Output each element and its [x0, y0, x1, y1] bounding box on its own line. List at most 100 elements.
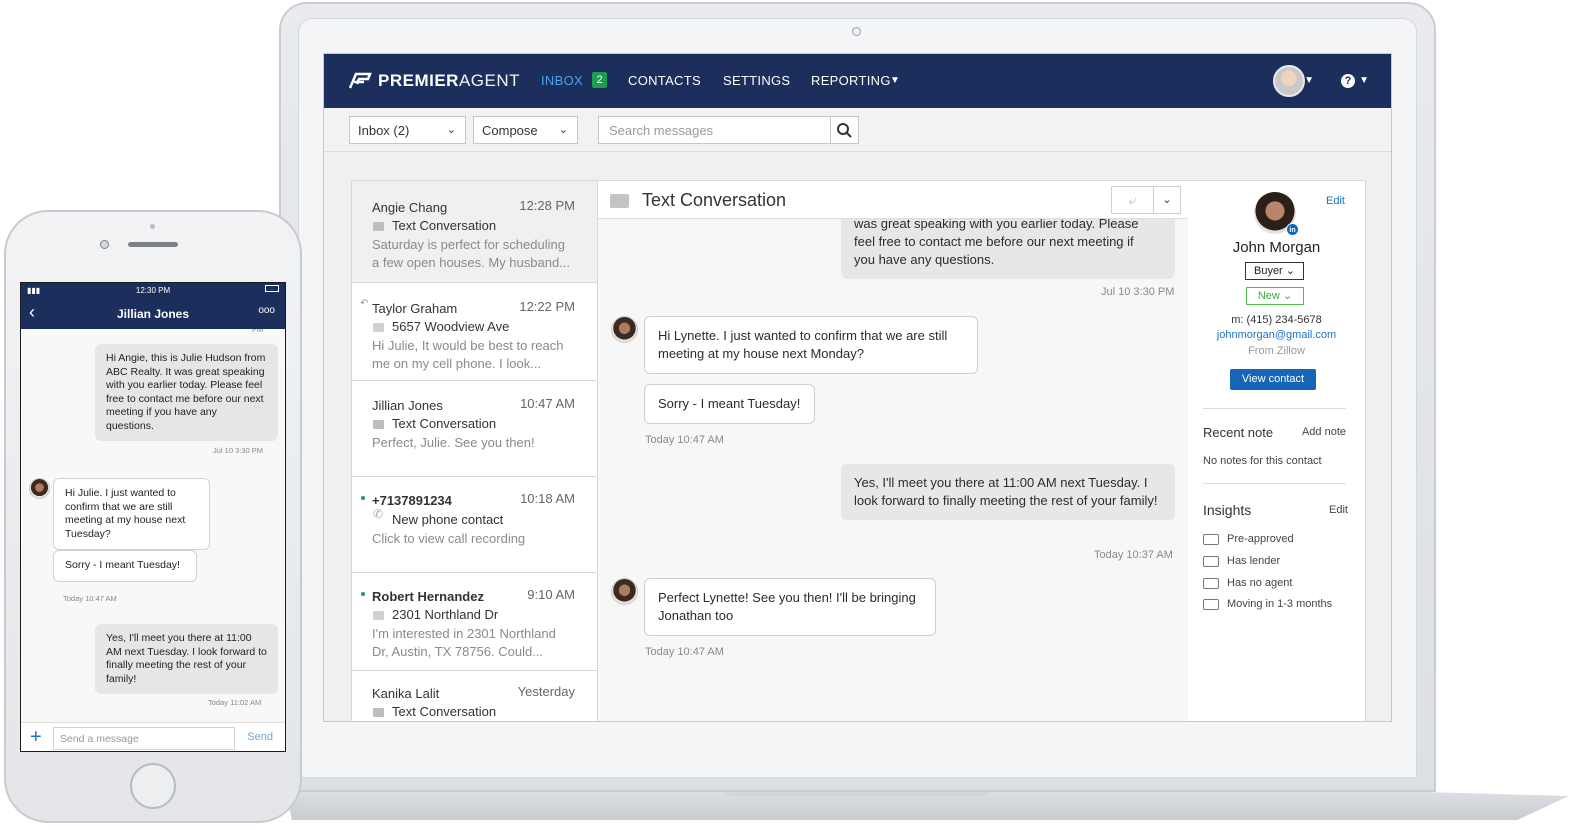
edit-contact-link[interactable]: Edit: [1326, 195, 1345, 207]
nav-inbox[interactable]: INBOX: [541, 73, 583, 88]
list-item[interactable]: Robert Hernandez 9:10 AM 2301 Northland …: [352, 573, 597, 671]
list-item[interactable]: Jillian Jones 10:47 AM Text Conversation…: [352, 381, 597, 477]
compose-label: Compose: [482, 123, 538, 138]
search-input[interactable]: Search messages: [598, 116, 832, 144]
message-input[interactable]: Send a message: [53, 727, 235, 750]
compose-dropdown[interactable]: Compose ⌄: [473, 116, 578, 144]
search-button[interactable]: [830, 116, 859, 144]
contact-phone: m: (415) 234-5678: [1231, 314, 1322, 326]
agent-icon: [1203, 577, 1219, 589]
contact-panel: in Edit John Morgan Buyer ⌄ New ⌄ m: (41…: [1188, 180, 1366, 721]
add-note-link[interactable]: Add note: [1302, 426, 1346, 438]
message-time: 10:47 AM: [520, 396, 575, 411]
insight-item: Moving in 1-3 months: [1203, 598, 1332, 610]
message-timestamp: Today 10:47 AM: [645, 434, 724, 446]
divider: [1203, 408, 1346, 409]
contact-avatar: [611, 578, 638, 605]
phone-status-bar: ▮▮▮ 12:30 PM: [21, 283, 285, 299]
message-timestamp: Today 10:37 AM: [1094, 549, 1173, 561]
premier-agent-logo-icon: [348, 72, 372, 89]
text-bubble-icon: [373, 420, 384, 429]
message-timestamp: Today 11:02 AM: [208, 698, 262, 707]
message-list: Angie Chang 12:28 PM Text Conversation S…: [351, 180, 598, 721]
incoming-message: Hi Julie. I just wanted to confirm that …: [53, 478, 210, 550]
add-attachment-icon[interactable]: +: [30, 726, 42, 749]
insight-label: Has no agent: [1227, 577, 1293, 589]
list-item[interactable]: ↶ Taylor Graham 12:22 PM 5657 Woodview A…: [352, 283, 597, 381]
toolbar: Inbox (2) ⌄ Compose ⌄ Search messages: [324, 108, 1391, 152]
message-preview: Perfect, Julie. See you then!: [372, 435, 535, 450]
contact-source: From Zillow: [1248, 345, 1305, 357]
inbox-filter-label: Inbox (2): [358, 123, 410, 138]
help-caret-icon[interactable]: ▼: [1359, 75, 1369, 86]
moving-truck-icon: [1203, 598, 1219, 610]
avatar-caret-icon[interactable]: ▼: [1304, 75, 1314, 86]
more-actions-button[interactable]: ⌄: [1153, 186, 1181, 214]
message-timestamp: PM: [252, 329, 264, 334]
recent-note-heading: Recent note: [1203, 425, 1274, 440]
incoming-message: Hi Lynette. I just wanted to confirm tha…: [644, 316, 978, 374]
phone-sensor: [150, 224, 155, 229]
message-timestamp: Today 10:47 AM: [645, 646, 724, 658]
top-nav: PREMIER AGENT INBOX 2 CONTACTS SETTINGS R…: [324, 54, 1391, 108]
brand-logo[interactable]: PREMIER AGENT: [348, 71, 520, 91]
message-preview: Saturday is perfect for scheduling a few …: [372, 236, 577, 272]
contact-name: John Morgan: [1232, 239, 1321, 256]
inbox-filter-dropdown[interactable]: Inbox (2) ⌄: [349, 116, 466, 144]
message-time: 12:28 PM: [519, 198, 575, 213]
send-button[interactable]: Send: [247, 731, 273, 743]
message-line: you have any questions.: [854, 252, 995, 267]
preview-line: me on my cell phone. I look...: [372, 356, 542, 371]
sender-name: +7137891234: [372, 493, 452, 508]
laptop-camera: [852, 27, 861, 36]
sender-name: Taylor Graham: [372, 301, 458, 316]
incoming-message: Sorry - I meant Tuesday!: [644, 384, 815, 424]
message-line: feel free to contact me before our next …: [854, 234, 1134, 249]
envelope-icon: [373, 323, 384, 332]
phone-message-thread: PM Hi Angie, this is Julie Hudson from A…: [21, 329, 285, 722]
insights-heading: Insights: [1203, 502, 1252, 518]
edit-insights-link[interactable]: Edit: [1329, 504, 1348, 516]
outgoing-message: Hi Angie, this is Julie Hudson from ABC …: [95, 344, 278, 441]
reply-button[interactable]: ⤶: [1111, 186, 1154, 214]
help-icon[interactable]: ?: [1341, 74, 1355, 88]
phone-camera: [100, 240, 109, 249]
chat-bubble-icon: [610, 194, 629, 208]
conversation-pane: Text Conversation ⤶ ⌄ was great speaking…: [598, 180, 1188, 721]
more-icon[interactable]: ooo: [258, 305, 275, 316]
laptop-screen: PREMIER AGENT INBOX 2 CONTACTS SETTINGS R…: [323, 53, 1392, 722]
contact-email-link[interactable]: johnmorgan@gmail.com: [1188, 329, 1365, 341]
phone-conversation-title: Jillian Jones: [116, 307, 190, 321]
preview-line: I'm interested in 2301 Northland: [372, 626, 556, 641]
message-timestamp: Jul 10 3:30 PM: [1101, 286, 1175, 298]
linkedin-icon[interactable]: in: [1286, 223, 1299, 236]
brand-name-bold: PREMIER: [378, 71, 459, 90]
envelope-icon: [373, 611, 384, 620]
nav-reporting[interactable]: REPORTING: [811, 73, 891, 88]
message-subject: New phone contact: [392, 512, 504, 527]
list-item[interactable]: +7137891234 10:18 AM ✆ New phone contact…: [352, 477, 597, 573]
message-preview: Hi Julie, It would be best to reach me on…: [372, 337, 577, 373]
reply-icon: ⤶: [1128, 192, 1137, 208]
list-item[interactable]: Kanika Lalit Yesterday Text Conversation: [352, 671, 597, 721]
user-avatar[interactable]: [1273, 65, 1305, 97]
conversation-title: Text Conversation: [642, 190, 787, 210]
contact-status-label: New: [1257, 290, 1280, 302]
incoming-message: Perfect Lynette! See you then! I'll be b…: [644, 578, 936, 636]
bank-icon: [1203, 555, 1219, 567]
home-button[interactable]: [130, 763, 176, 809]
contact-status-dropdown[interactable]: New ⌄: [1246, 287, 1304, 305]
phone-header: ‹ Jillian Jones ooo: [21, 299, 285, 329]
contact-type-dropdown[interactable]: Buyer ⌄: [1245, 262, 1304, 280]
view-contact-button[interactable]: View contact: [1230, 369, 1316, 390]
divider: [1203, 483, 1346, 484]
reply-arrow-icon: ↶: [360, 298, 369, 309]
nav-settings[interactable]: SETTINGS: [723, 73, 790, 88]
message-subject: 2301 Northland Dr: [392, 607, 499, 622]
reporting-caret-icon[interactable]: ▼: [890, 75, 900, 86]
nav-contacts[interactable]: CONTACTS: [628, 73, 701, 88]
insight-label: Has lender: [1227, 555, 1281, 567]
message-subject: Text Conversation: [392, 416, 497, 431]
list-item[interactable]: Angie Chang 12:28 PM Text Conversation S…: [352, 181, 597, 283]
battery-icon: [265, 285, 279, 292]
